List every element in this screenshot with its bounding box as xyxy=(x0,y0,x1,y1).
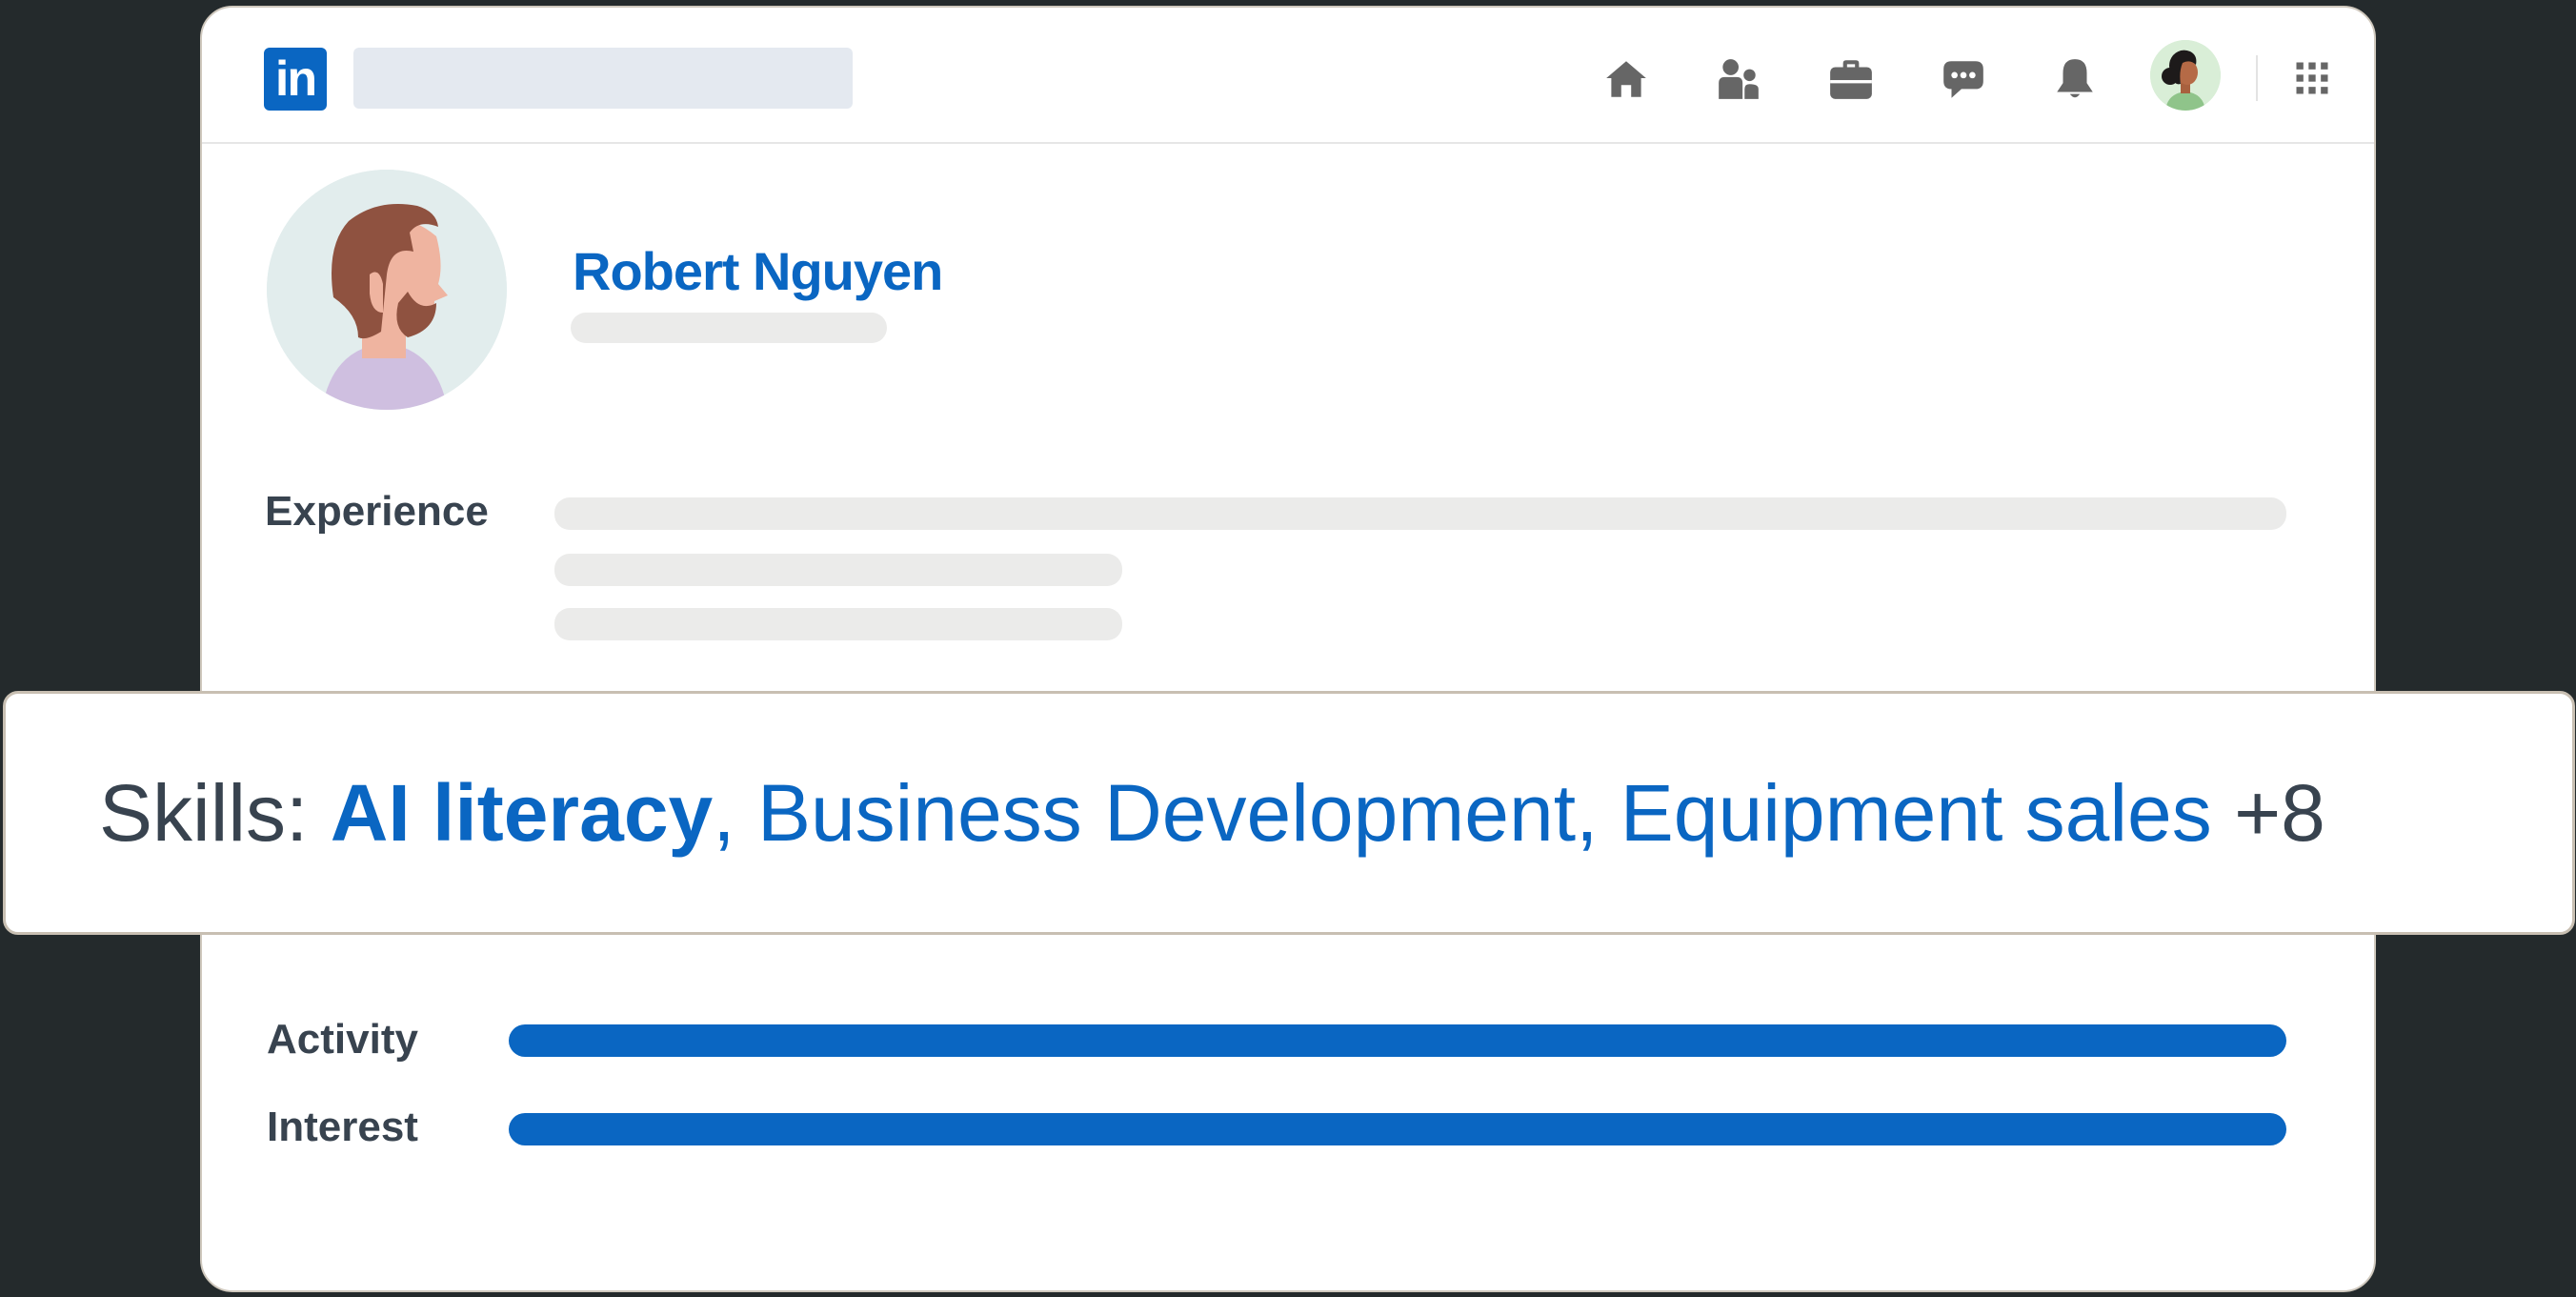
experience-label: Experience xyxy=(265,488,489,535)
skill-separator: , xyxy=(1576,767,1599,858)
skill-separator: , xyxy=(713,767,735,858)
me-avatar[interactable] xyxy=(2150,40,2221,111)
top-navigation-bar: in xyxy=(202,8,2374,144)
interest-bar xyxy=(509,1113,2286,1145)
profile-card: in Robert Nguyen Experience Activity Int… xyxy=(200,6,2376,1292)
search-input[interactable] xyxy=(353,48,853,109)
headline-placeholder xyxy=(571,313,887,343)
profile-name[interactable]: Robert Nguyen xyxy=(573,240,943,302)
experience-placeholder-line xyxy=(554,497,2286,530)
my-network-icon[interactable] xyxy=(1715,55,1762,103)
experience-placeholder-line xyxy=(554,608,1122,640)
skill-equipment-sales[interactable]: Equipment sales xyxy=(1620,767,2212,860)
more-skills-count[interactable]: +8 xyxy=(2234,767,2325,860)
interest-label: Interest xyxy=(267,1104,418,1150)
home-icon[interactable] xyxy=(1602,55,1650,103)
notifications-icon[interactable] xyxy=(2051,55,2099,103)
profile-avatar xyxy=(267,170,507,410)
activity-bar xyxy=(509,1024,2286,1057)
messaging-icon[interactable] xyxy=(1940,55,1987,103)
jobs-icon[interactable] xyxy=(1827,55,1875,103)
experience-placeholder-line xyxy=(554,554,1122,586)
skill-business-development[interactable]: Business Development xyxy=(757,767,1576,860)
apps-grid-icon[interactable] xyxy=(2291,57,2333,99)
nav-divider xyxy=(2256,55,2258,101)
skills-prefix: Skills: xyxy=(99,767,309,858)
linkedin-logo[interactable]: in xyxy=(264,48,327,111)
activity-label: Activity xyxy=(267,1016,418,1063)
skill-ai-literacy[interactable]: AI literacy xyxy=(331,767,714,860)
skills-banner: Skills: AI literacy, Business Developmen… xyxy=(3,691,2575,935)
